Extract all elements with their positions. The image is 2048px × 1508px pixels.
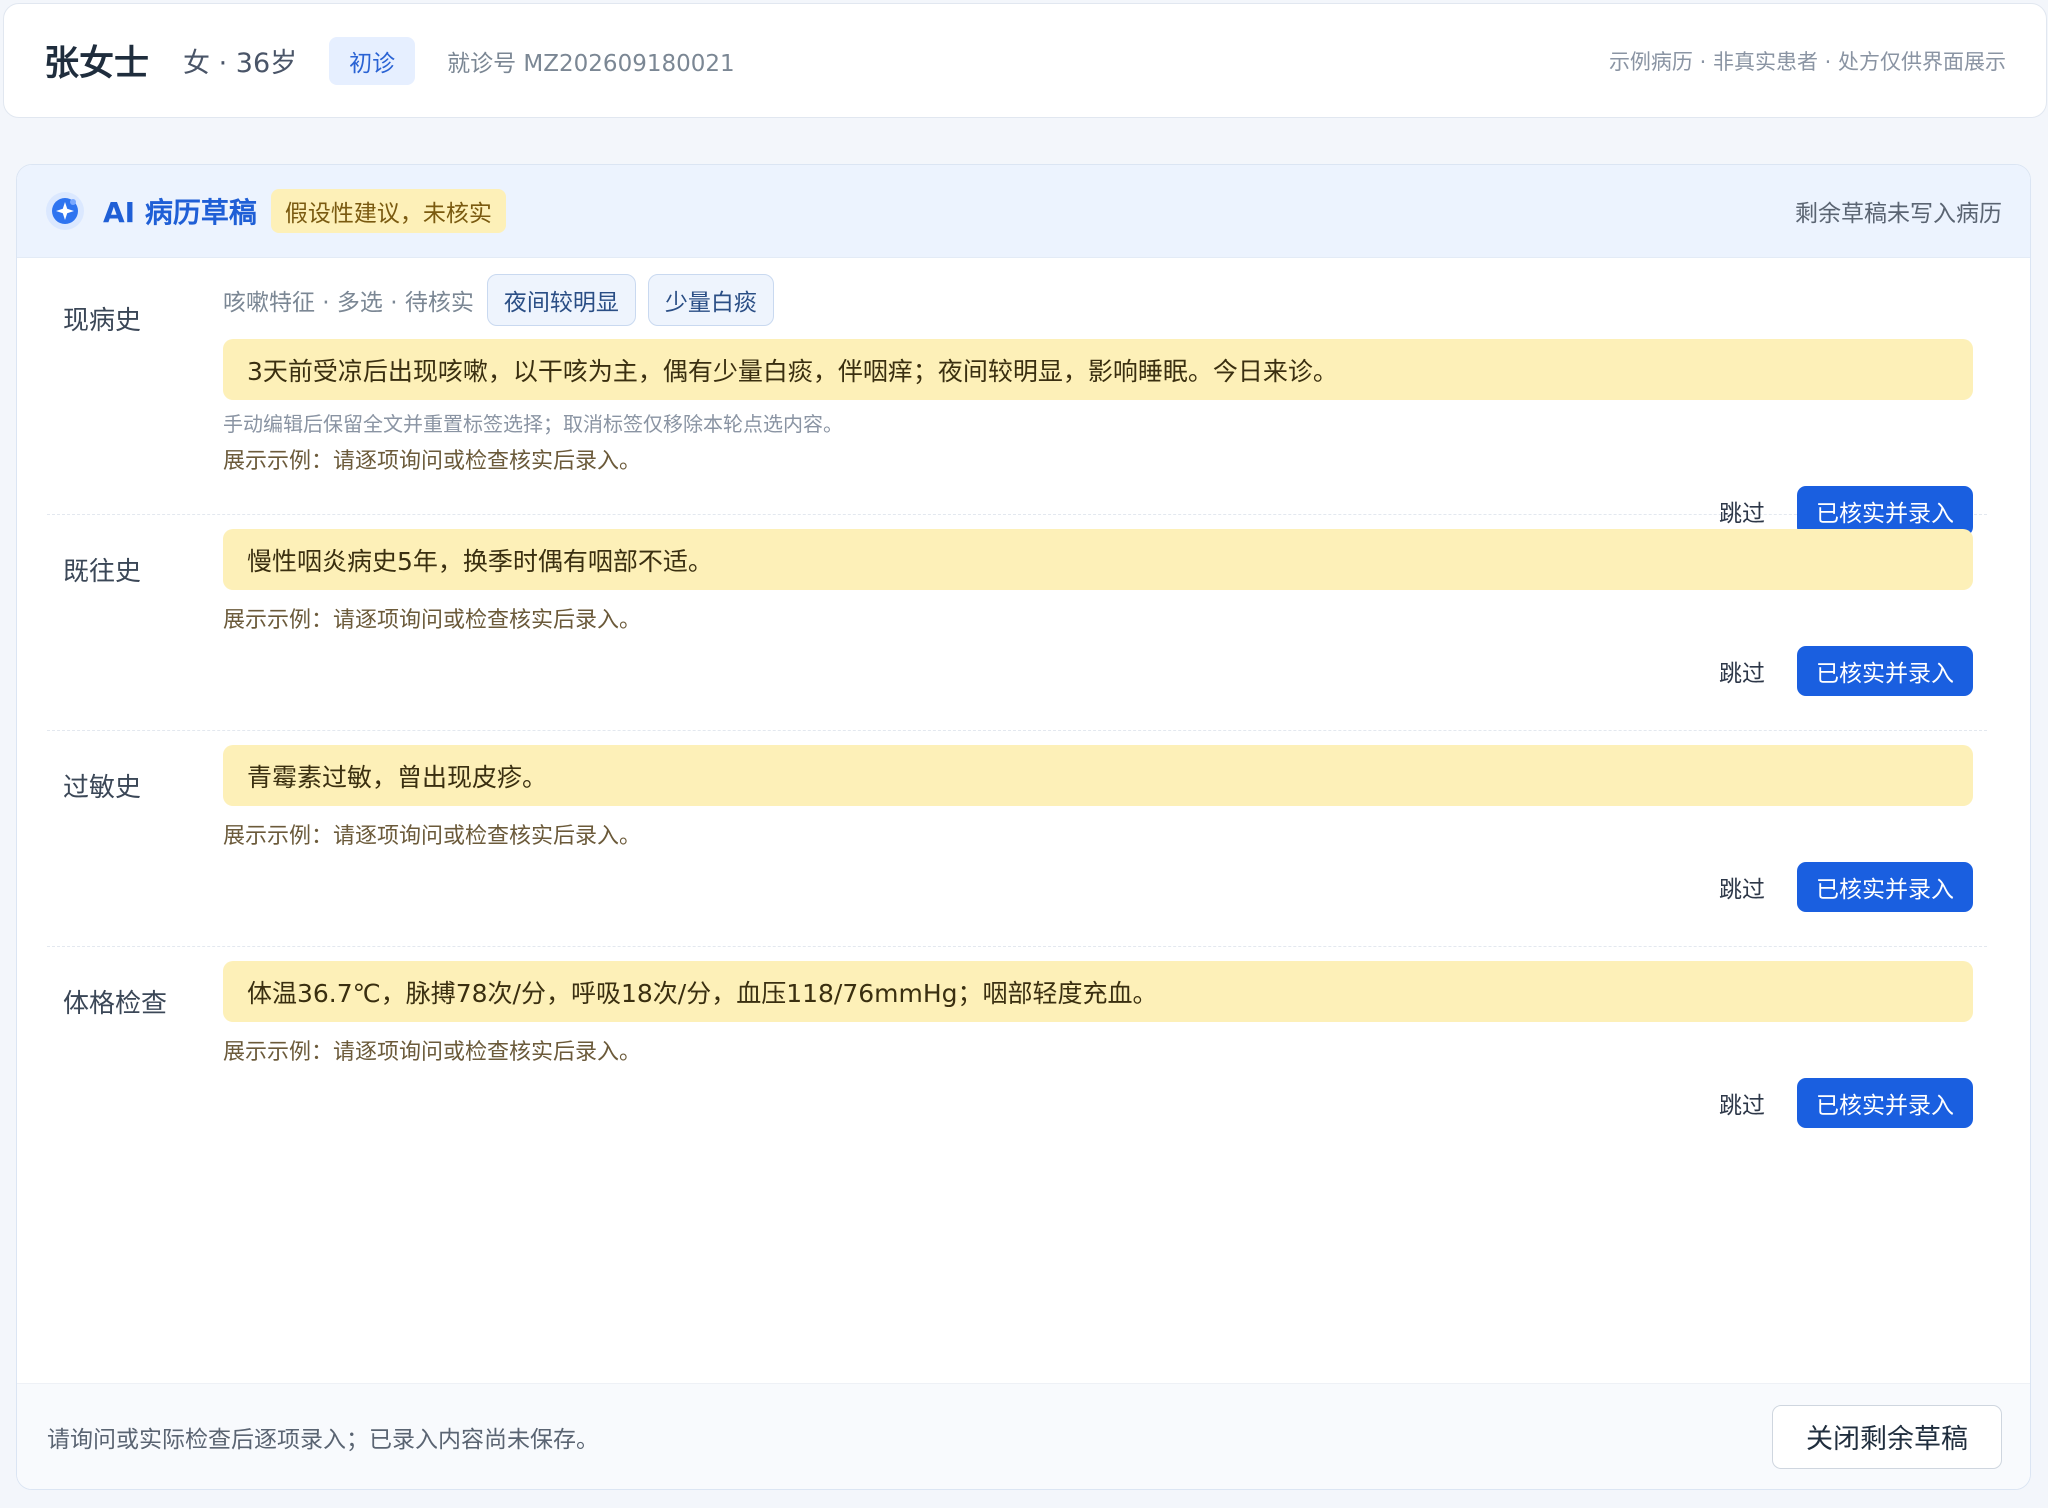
skip-button[interactable]: 跳过 bbox=[1719, 654, 1765, 688]
draft-text[interactable]: 慢性咽炎病史5年，换季时偶有咽部不适。 bbox=[223, 529, 1973, 590]
chip-white-phlegm[interactable]: 少量白痰 bbox=[647, 274, 774, 326]
patient-name: 张女士 bbox=[44, 44, 150, 84]
confirm-enter-button[interactable]: 已核实并录入 bbox=[1797, 862, 1973, 912]
close-remaining-drafts-button[interactable]: 关闭剩余草稿 bbox=[1772, 1404, 2002, 1469]
skip-button[interactable]: 跳过 bbox=[1719, 870, 1765, 904]
skip-button[interactable]: 跳过 bbox=[1719, 494, 1765, 528]
panel-status: 剩余草稿未写入病历 bbox=[1795, 201, 2002, 227]
footer-note: 请询问或实际检查后逐项录入；已录入内容尚未保存。 bbox=[47, 1426, 599, 1453]
visit-type-badge: 初诊 bbox=[329, 36, 416, 85]
section-body: 青霉素过敏，曾出现皮疹。 展示示例：请逐项询问或检查核实后录入。 跳过 已核实并… bbox=[223, 745, 1973, 912]
section-actions: 跳过 已核实并录入 bbox=[223, 862, 1973, 912]
section-past-history: 既往史 慢性咽炎病史5年，换季时偶有咽部不适。 展示示例：请逐项询问或检查核实后… bbox=[47, 529, 1987, 731]
patient-header: 张女士 女 · 36岁 初诊 就诊号 MZ202609180021 示例病历 ·… bbox=[3, 3, 2047, 118]
example-note: 展示示例：请逐项询问或检查核实后录入。 bbox=[223, 1040, 642, 1065]
section-present-illness: 现病史 咳嗽特征 · 多选 · 待核实 夜间较明显 少量白痰 3天前受凉后出现咳… bbox=[47, 274, 1987, 536]
chip-row: 咳嗽特征 · 多选 · 待核实 夜间较明显 少量白痰 bbox=[223, 274, 1973, 326]
section-label: 既往史 bbox=[63, 557, 142, 587]
example-note: 展示示例：请逐项询问或检查核实后录入。 bbox=[223, 608, 642, 633]
panel-title: AI 病历草稿 bbox=[103, 196, 257, 229]
panel-header: AI 病历草稿 假设性建议，未核实 剩余草稿未写入病历 bbox=[17, 165, 2030, 258]
draft-text[interactable]: 青霉素过敏，曾出现皮疹。 bbox=[223, 745, 1973, 806]
panel-footer: 请询问或实际检查后逐项录入；已录入内容尚未保存。 关闭剩余草稿 bbox=[17, 1383, 2030, 1489]
example-note: 展示示例：请逐项询问或检查核实后录入。 bbox=[223, 824, 642, 849]
demo-disclaimer: 示例病历 · 非真实患者 · 处方仅供界面展示 bbox=[1608, 49, 2006, 74]
patient-meta: 女 · 36岁 bbox=[183, 48, 298, 79]
section-allergy-history: 过敏史 青霉素过敏，曾出现皮疹。 展示示例：请逐项询问或检查核实后录入。 跳过 … bbox=[47, 745, 1987, 947]
confirm-enter-button[interactable]: 已核实并录入 bbox=[1797, 1078, 1973, 1128]
chip-hint: 咳嗽特征 · 多选 · 待核实 bbox=[223, 290, 474, 316]
section-physical-exam: 体格检查 体温36.7℃，脉搏78次/分，呼吸18次/分，血压118/76mmH… bbox=[47, 961, 1987, 1163]
section-body: 慢性咽炎病史5年，换季时偶有咽部不适。 展示示例：请逐项询问或检查核实后录入。 … bbox=[223, 529, 1973, 696]
ai-draft-panel: AI 病历草稿 假设性建议，未核实 剩余草稿未写入病历 现病史 咳嗽特征 · 多… bbox=[16, 164, 2031, 1490]
unverified-badge: 假设性建议，未核实 bbox=[270, 189, 506, 233]
draft-text[interactable]: 3天前受凉后出现咳嗽，以干咳为主，偶有少量白痰，伴咽痒；夜间较明显，影响睡眠。今… bbox=[223, 339, 1973, 400]
section-label: 过敏史 bbox=[63, 773, 142, 803]
section-label: 体格检查 bbox=[63, 989, 168, 1019]
draft-text[interactable]: 体温36.7℃，脉搏78次/分，呼吸18次/分，血压118/76mmHg；咽部轻… bbox=[223, 961, 1973, 1022]
confirm-enter-button[interactable]: 已核实并录入 bbox=[1797, 646, 1973, 696]
section-body: 体温36.7℃，脉搏78次/分，呼吸18次/分，血压118/76mmHg；咽部轻… bbox=[223, 961, 1973, 1128]
section-body: 咳嗽特征 · 多选 · 待核实 夜间较明显 少量白痰 3天前受凉后出现咳嗽，以干… bbox=[223, 274, 1973, 536]
draft-sections: 现病史 咳嗽特征 · 多选 · 待核实 夜间较明显 少量白痰 3天前受凉后出现咳… bbox=[47, 258, 1987, 1163]
chip-night-worse[interactable]: 夜间较明显 bbox=[486, 274, 636, 326]
ai-sparkle-icon bbox=[46, 192, 84, 230]
example-note: 展示示例：请逐项询问或检查核实后录入。 bbox=[223, 449, 642, 474]
section-actions: 跳过 已核实并录入 bbox=[223, 646, 1973, 696]
section-actions: 跳过 已核实并录入 bbox=[223, 1078, 1973, 1128]
section-label: 现病史 bbox=[63, 306, 142, 336]
visit-number: 就诊号 MZ202609180021 bbox=[447, 50, 735, 77]
edit-note: 手动编辑后保留全文并重置标签选择；取消标签仅移除本轮点选内容。 bbox=[223, 412, 843, 436]
skip-button[interactable]: 跳过 bbox=[1719, 1086, 1765, 1120]
